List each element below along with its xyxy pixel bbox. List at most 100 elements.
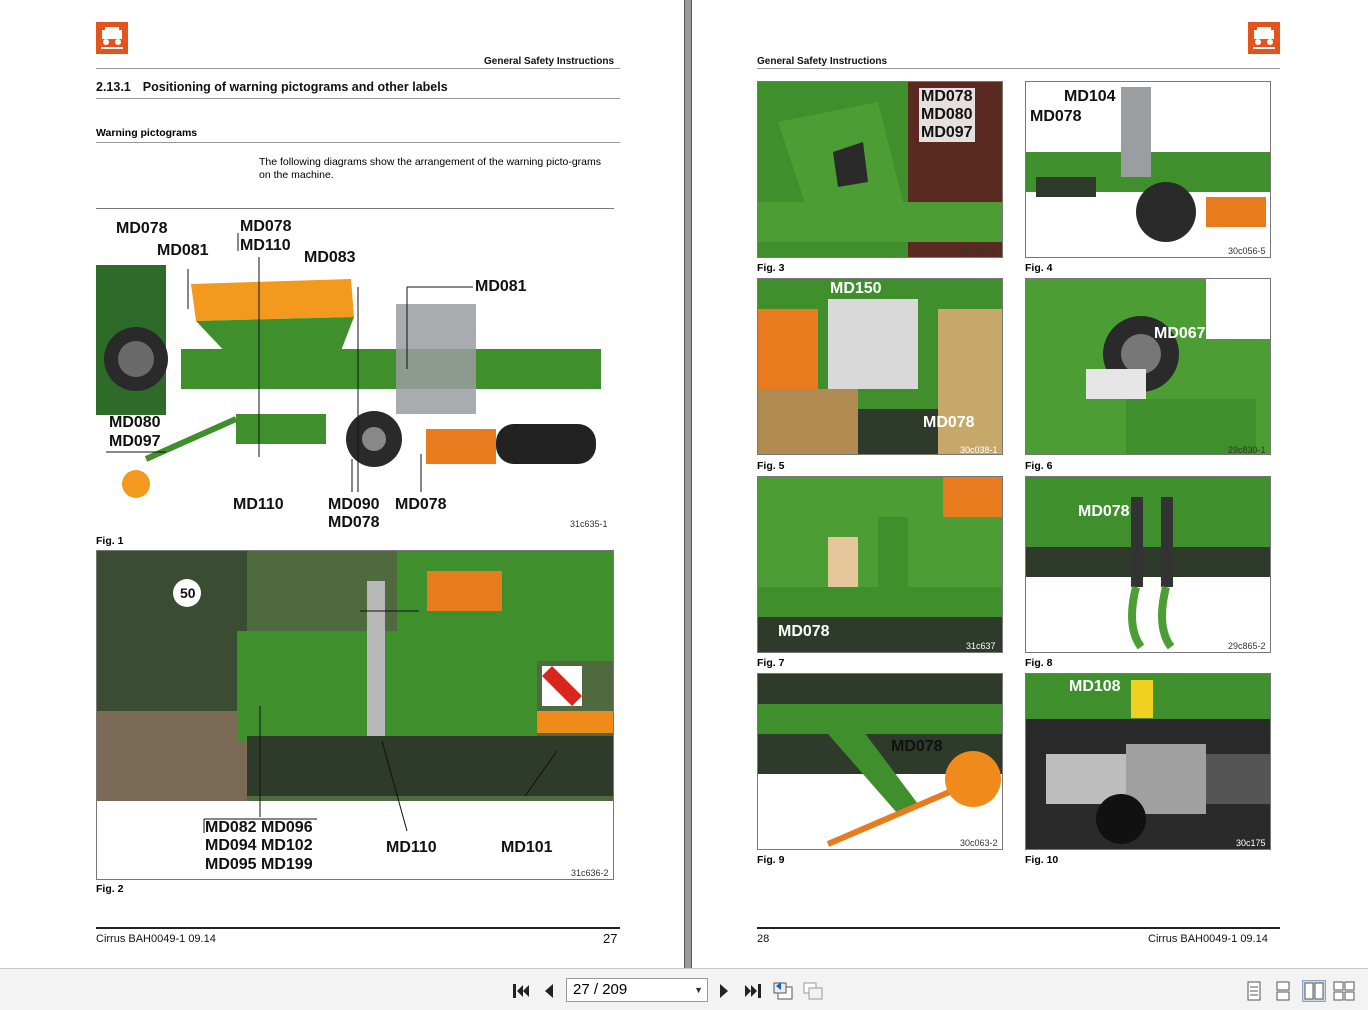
total-pages-value: 209 (602, 981, 628, 998)
fig6-label-1: MD067 (1154, 325, 1206, 342)
figure-2-image: 50 MD082 MD096 MD094 MD102 MD095 MD199 M… (96, 550, 614, 880)
page-gutter (684, 0, 692, 968)
fig1-label-1: MD078 (116, 220, 168, 237)
figure-1-image: MD078 MD081 MD078 MD110 MD083 MD081 MD08… (96, 208, 614, 530)
fig5-caption: Fig. 5 (757, 460, 785, 472)
forward-view-icon (803, 982, 823, 1000)
fig7-label-1: MD078 (778, 623, 830, 640)
next-page-icon (720, 984, 728, 998)
fig1-label-9: MD110 (233, 496, 284, 513)
running-header: General Safety Instructions (757, 56, 888, 67)
fig10-caption: Fig. 10 (1025, 854, 1059, 866)
single-page-view-button[interactable] (1243, 980, 1265, 1002)
two-page-view-button[interactable] (1302, 980, 1326, 1002)
two-page-icon (1304, 982, 1324, 1000)
fig9-label-1: MD078 (891, 738, 943, 755)
two-page-continuous-button[interactable] (1333, 980, 1355, 1002)
figure-4-image: MD104 MD078 30c056-5 (1025, 81, 1271, 258)
figure-5-image: MD150 MD078 30c038-1 (757, 278, 1003, 455)
fig8-caption: Fig. 8 (1025, 657, 1053, 669)
previous-page-button[interactable] (538, 980, 560, 1002)
section-number: 2.13.1 (96, 80, 131, 94)
figure-7-image: MD078 31c637 (757, 476, 1003, 653)
fig2-label-1: MD082 MD096 (205, 819, 313, 836)
subheading: Warning pictograms (96, 127, 198, 139)
fig3-label-1: MD078 (919, 88, 975, 106)
figure-9-image: MD078 30c063-2 (757, 673, 1003, 850)
viewer-toolbar: 27 / 209 ▼ (0, 968, 1368, 1010)
fig3-label-2: MD080 (919, 106, 975, 124)
fig2-code: 31c636-2 (571, 868, 609, 878)
fig1-label-11: MD078 (328, 514, 380, 530)
fig3-label-3: MD097 (919, 124, 975, 142)
section-title: 2.13.1 Positioning of warning pictograms … (96, 80, 448, 94)
page-number: 28 (757, 933, 770, 945)
fig1-label-4: MD110 (240, 237, 291, 254)
running-header: General Safety Instructions (484, 56, 615, 67)
fig6-code: 29c830-1 (1228, 445, 1266, 455)
fig5-label-1: MD150 (830, 280, 882, 297)
back-view-icon (773, 982, 793, 1000)
continuous-page-icon (1276, 981, 1290, 1001)
footer-doc-ref: Cirrus BAH0049-1 09.14 (96, 933, 216, 945)
fig1-label-3: MD078 (240, 218, 292, 235)
next-page-button[interactable] (713, 980, 735, 1002)
fig10-code: 30c175 (1236, 838, 1266, 848)
fig4-code: 30c056-5 (1228, 246, 1266, 256)
fig2-label-5: MD101 (501, 839, 553, 856)
fig7-caption: Fig. 7 (757, 657, 785, 669)
fig4-label-1: MD104 (1064, 88, 1116, 105)
page-separator: / (593, 981, 599, 998)
section-title-text: Positioning of warning pictograms and ot… (142, 80, 448, 94)
fig8-label-1: MD078 (1078, 503, 1130, 520)
right-page: General Safety Instructions MD078 MD080 … (692, 0, 1368, 968)
fig3-caption: Fig. 3 (757, 262, 785, 274)
fig2-label-2: MD094 MD102 (205, 837, 313, 854)
fig5-label-2: MD078 (923, 414, 975, 431)
first-page-button[interactable] (510, 980, 532, 1002)
fig9-code: 30c063-2 (960, 838, 998, 848)
fig1-label-12: MD078 (395, 496, 447, 513)
figure-10-image: MD108 30c175 (1025, 673, 1271, 850)
continuous-view-button[interactable] (1272, 980, 1294, 1002)
fig1-label-8: MD097 (109, 433, 161, 450)
fig2-label-4: MD110 (386, 839, 437, 856)
fig1-label-6: MD081 (475, 278, 527, 295)
fig8-code: 29c865-2 (1228, 641, 1266, 651)
intro-paragraph: The following diagrams show the arrangem… (259, 156, 602, 181)
fig4-caption: Fig. 4 (1025, 262, 1053, 274)
two-page-continuous-icon (1333, 981, 1355, 1001)
amazone-logo (1248, 22, 1280, 54)
speed-decal: 50 (180, 585, 196, 601)
footer-doc-ref: Cirrus BAH0049-1 09.14 (1148, 933, 1268, 945)
current-page-value: 27 (573, 981, 590, 998)
fig1-label-10: MD090 (328, 496, 380, 513)
last-page-button[interactable] (742, 980, 764, 1002)
single-page-icon (1247, 981, 1261, 1001)
first-page-icon (513, 984, 529, 998)
fig1-label-5: MD083 (304, 249, 356, 266)
left-page: General Safety Instructions 2.13.1 Positi… (0, 0, 684, 968)
fig5-code: 30c038-1 (960, 445, 998, 455)
fig1-code: 31c635-1 (570, 519, 608, 529)
chevron-down-icon[interactable]: ▼ (694, 979, 703, 1001)
last-page-icon (745, 984, 761, 998)
fig1-label-2: MD081 (157, 242, 209, 259)
fig2-label-3: MD095 MD199 (205, 856, 313, 873)
go-back-view-button[interactable] (772, 980, 794, 1002)
fig10-label-1: MD108 (1069, 678, 1121, 695)
figure-8-image: MD078 29c865-2 (1025, 476, 1271, 653)
page-number-input[interactable]: 27 / 209 ▼ (566, 978, 708, 1002)
amazone-logo (96, 22, 128, 54)
fig3-code: 26c723-1 (960, 246, 998, 256)
fig4-label-2: MD078 (1030, 108, 1082, 125)
previous-page-icon (545, 984, 553, 998)
figure-6-image: MD067 29c830-1 (1025, 278, 1271, 455)
page-number: 27 (603, 931, 618, 946)
go-forward-view-button[interactable] (802, 980, 824, 1002)
fig2-caption: Fig. 2 (96, 883, 124, 895)
fig1-label-7: MD080 (109, 414, 161, 431)
fig7-code: 31c637 (966, 641, 996, 651)
fig9-caption: Fig. 9 (757, 854, 785, 866)
fig6-caption: Fig. 6 (1025, 460, 1053, 472)
